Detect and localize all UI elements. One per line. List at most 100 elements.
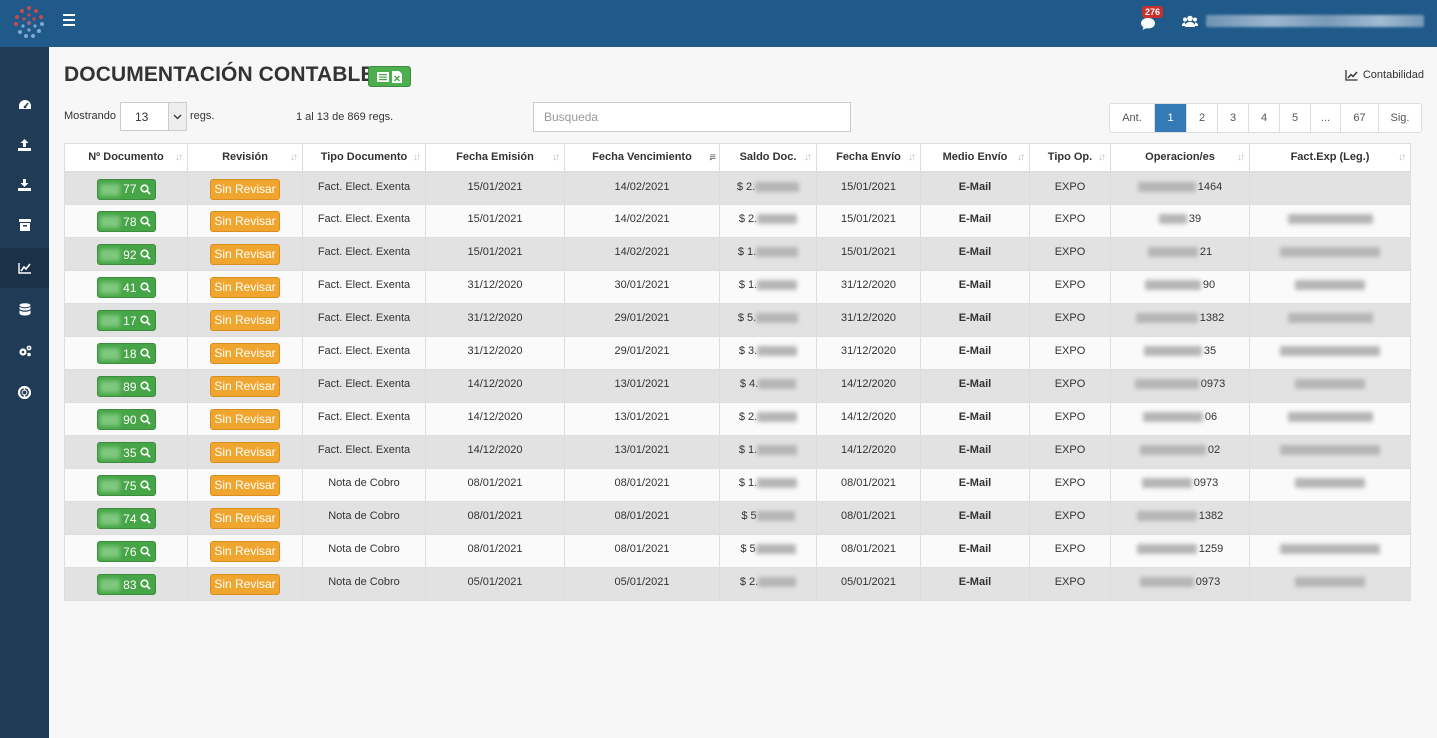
table-row[interactable]: 17 Sin Revisar Fact. Elect. Exenta 31/12/20… xyxy=(64,303,1411,337)
revision-status-button[interactable]: Sin Revisar xyxy=(210,376,280,397)
sidebar-item-download[interactable] xyxy=(0,165,49,205)
pagination-prev[interactable]: Ant. xyxy=(1110,104,1154,132)
pagination-page-1[interactable]: 1 xyxy=(1154,104,1186,132)
page-size-select[interactable]: 13 xyxy=(120,102,187,131)
table-row[interactable]: 76 Sin Revisar Nota de Cobro 08/01/2021 08/0… xyxy=(64,534,1411,568)
view-document-button[interactable]: 90 xyxy=(96,409,156,430)
view-document-button[interactable]: 77 xyxy=(96,178,156,200)
column-header[interactable]: Fecha Emisión ↓↑ xyxy=(425,143,565,173)
sidebar-item-settings[interactable] xyxy=(0,331,49,371)
saldo-prefix: $ 4. xyxy=(739,378,759,390)
view-document-button[interactable]: 35 xyxy=(96,442,156,463)
sidebar-item-archive[interactable] xyxy=(0,205,49,245)
revision-status-button[interactable]: Sin Revisar xyxy=(210,310,280,331)
column-header[interactable]: Medio Envío ↓↑ xyxy=(920,143,1030,173)
cell-saldo: $ 5 xyxy=(719,501,817,535)
table-row[interactable]: 35 Sin Revisar Fact. Elect. Exenta 14/12/20… xyxy=(64,435,1411,469)
table-row[interactable]: 75 Sin Revisar Nota de Cobro 08/01/2021 08/0… xyxy=(64,468,1411,502)
cell-fact-exp xyxy=(1249,336,1411,370)
column-header[interactable]: Operacion/es ↓↑ xyxy=(1110,143,1250,173)
column-header-label: Fact.Exp (Leg.) xyxy=(1290,151,1370,164)
cell-tipo-op: EXPO xyxy=(1029,435,1111,469)
revision-status-button[interactable]: Sin Revisar xyxy=(210,442,280,463)
view-document-button[interactable]: 75 xyxy=(96,475,156,496)
column-header[interactable]: Fecha Envío ↓↑ xyxy=(816,143,921,173)
pagination-page-5[interactable]: 5 xyxy=(1279,104,1310,132)
document-number-redacted xyxy=(99,546,120,558)
cell-fecha-vencimiento: 30/01/2021 xyxy=(564,270,720,304)
search-icon xyxy=(139,447,151,458)
column-header[interactable]: Revisión ↓↑ xyxy=(187,143,303,173)
cell-tipo-documento: Fact. Elect. Exenta xyxy=(302,336,426,370)
view-document-button[interactable]: 18 xyxy=(96,343,156,364)
search-input[interactable] xyxy=(533,102,851,132)
revision-status-button[interactable]: Sin Revisar xyxy=(210,211,280,232)
cell-fecha-vencimiento: 14/02/2021 xyxy=(564,171,720,205)
view-document-button[interactable]: 83 xyxy=(96,574,156,595)
view-document-button[interactable]: 76 xyxy=(96,541,156,562)
export-excel-button[interactable] xyxy=(368,66,411,87)
revision-status-button[interactable]: Sin Revisar xyxy=(210,541,280,562)
cell-documento: 41 xyxy=(64,270,188,304)
table-row[interactable]: 74 Sin Revisar Nota de Cobro 08/01/2021 08/0… xyxy=(64,501,1411,535)
cell-tipo-documento: Nota de Cobro xyxy=(302,468,426,502)
sidebar-item-support[interactable] xyxy=(0,372,49,412)
table-row[interactable]: 89 Sin Revisar Fact. Elect. Exenta 14/12/20… xyxy=(64,369,1411,403)
view-document-button[interactable]: 78 xyxy=(96,211,156,232)
document-number-redacted xyxy=(99,348,120,360)
table-row[interactable]: 18 Sin Revisar Fact. Elect. Exenta 31/12/20… xyxy=(64,336,1411,370)
cell-revision: Sin Revisar xyxy=(187,237,303,271)
saldo-prefix: $ 1. xyxy=(738,444,758,456)
table-row[interactable]: 83 Sin Revisar Nota de Cobro 05/01/2021 05/0… xyxy=(64,567,1411,601)
column-header[interactable]: Fact.Exp (Leg.) ↓↑ xyxy=(1249,143,1411,173)
user-menu[interactable] xyxy=(1182,12,1424,30)
column-header[interactable]: Nº Documento ↓↑ xyxy=(64,143,188,173)
document-number-redacted xyxy=(99,480,120,492)
cell-fecha-emision: 31/12/2020 xyxy=(425,303,565,337)
revision-status-button[interactable]: Sin Revisar xyxy=(210,343,280,364)
cell-tipo-documento: Nota de Cobro xyxy=(302,501,426,535)
view-document-button[interactable]: 17 xyxy=(96,310,156,331)
revision-status-button[interactable]: Sin Revisar xyxy=(210,409,280,430)
pagination-next[interactable]: Sig. xyxy=(1378,104,1421,132)
column-header[interactable]: Tipo Documento ↓↑ xyxy=(302,143,426,173)
table-row[interactable]: 92 Sin Revisar Fact. Elect. Exenta 15/01/20… xyxy=(64,237,1411,271)
cell-saldo: $ 5. xyxy=(719,303,817,337)
contabilidad-link[interactable]: Contabilidad xyxy=(1345,69,1424,81)
revision-status-button[interactable]: Sin Revisar xyxy=(210,475,280,496)
column-header[interactable]: Fecha Vencimiento ↓≡ xyxy=(564,143,720,173)
view-document-button[interactable]: 92 xyxy=(96,244,156,265)
notifications-button[interactable]: 276 xyxy=(1138,6,1164,34)
comment-icon xyxy=(1141,18,1155,30)
revision-status-button[interactable]: Sin Revisar xyxy=(210,178,280,200)
view-document-button[interactable]: 74 xyxy=(96,508,156,529)
saldo-prefix: $ 2. xyxy=(739,576,759,588)
revision-status-button[interactable]: Sin Revisar xyxy=(210,244,280,265)
column-header[interactable]: Saldo Doc. ↓↑ xyxy=(719,143,817,173)
pagination-page-67[interactable]: 67 xyxy=(1340,104,1378,132)
sidebar-item-contabilidad[interactable] xyxy=(0,248,49,288)
cell-fecha-envio: 31/12/2020 xyxy=(816,303,921,337)
table-row[interactable]: 77 Sin Revisar Fact. Elect. Exenta 15/01/20… xyxy=(64,171,1411,205)
sidebar-item-dashboard[interactable] xyxy=(0,85,49,125)
pagination-page-3[interactable]: 3 xyxy=(1217,104,1248,132)
pagination-page-4[interactable]: 4 xyxy=(1248,104,1279,132)
revision-status-button[interactable]: Sin Revisar xyxy=(210,277,280,298)
sidebar-item-database[interactable] xyxy=(0,289,49,329)
revision-status-button[interactable]: Sin Revisar xyxy=(210,574,280,595)
view-document-button[interactable]: 89 xyxy=(96,376,156,397)
revision-status-button[interactable]: Sin Revisar xyxy=(210,508,280,529)
cell-operacion: 1382 xyxy=(1110,501,1250,535)
pagination: Ant. 1 2 3 4 5 ... 67 Sig. xyxy=(1109,103,1422,133)
search-icon xyxy=(139,546,151,557)
cell-tipo-documento: Fact. Elect. Exenta xyxy=(302,369,426,403)
table-row[interactable]: 78 Sin Revisar Fact. Elect. Exenta 15/01/20… xyxy=(64,204,1411,238)
table-row[interactable]: 90 Sin Revisar Fact. Elect. Exenta 14/12/20… xyxy=(64,402,1411,436)
cell-fact-exp xyxy=(1249,204,1411,238)
sidebar-item-upload[interactable] xyxy=(0,125,49,165)
menu-toggle-icon[interactable] xyxy=(63,14,75,26)
table-row[interactable]: 41 Sin Revisar Fact. Elect. Exenta 31/12/20… xyxy=(64,270,1411,304)
view-document-button[interactable]: 41 xyxy=(96,277,156,298)
pagination-page-2[interactable]: 2 xyxy=(1186,104,1217,132)
column-header[interactable]: Tipo Op. ↓↑ xyxy=(1029,143,1111,173)
